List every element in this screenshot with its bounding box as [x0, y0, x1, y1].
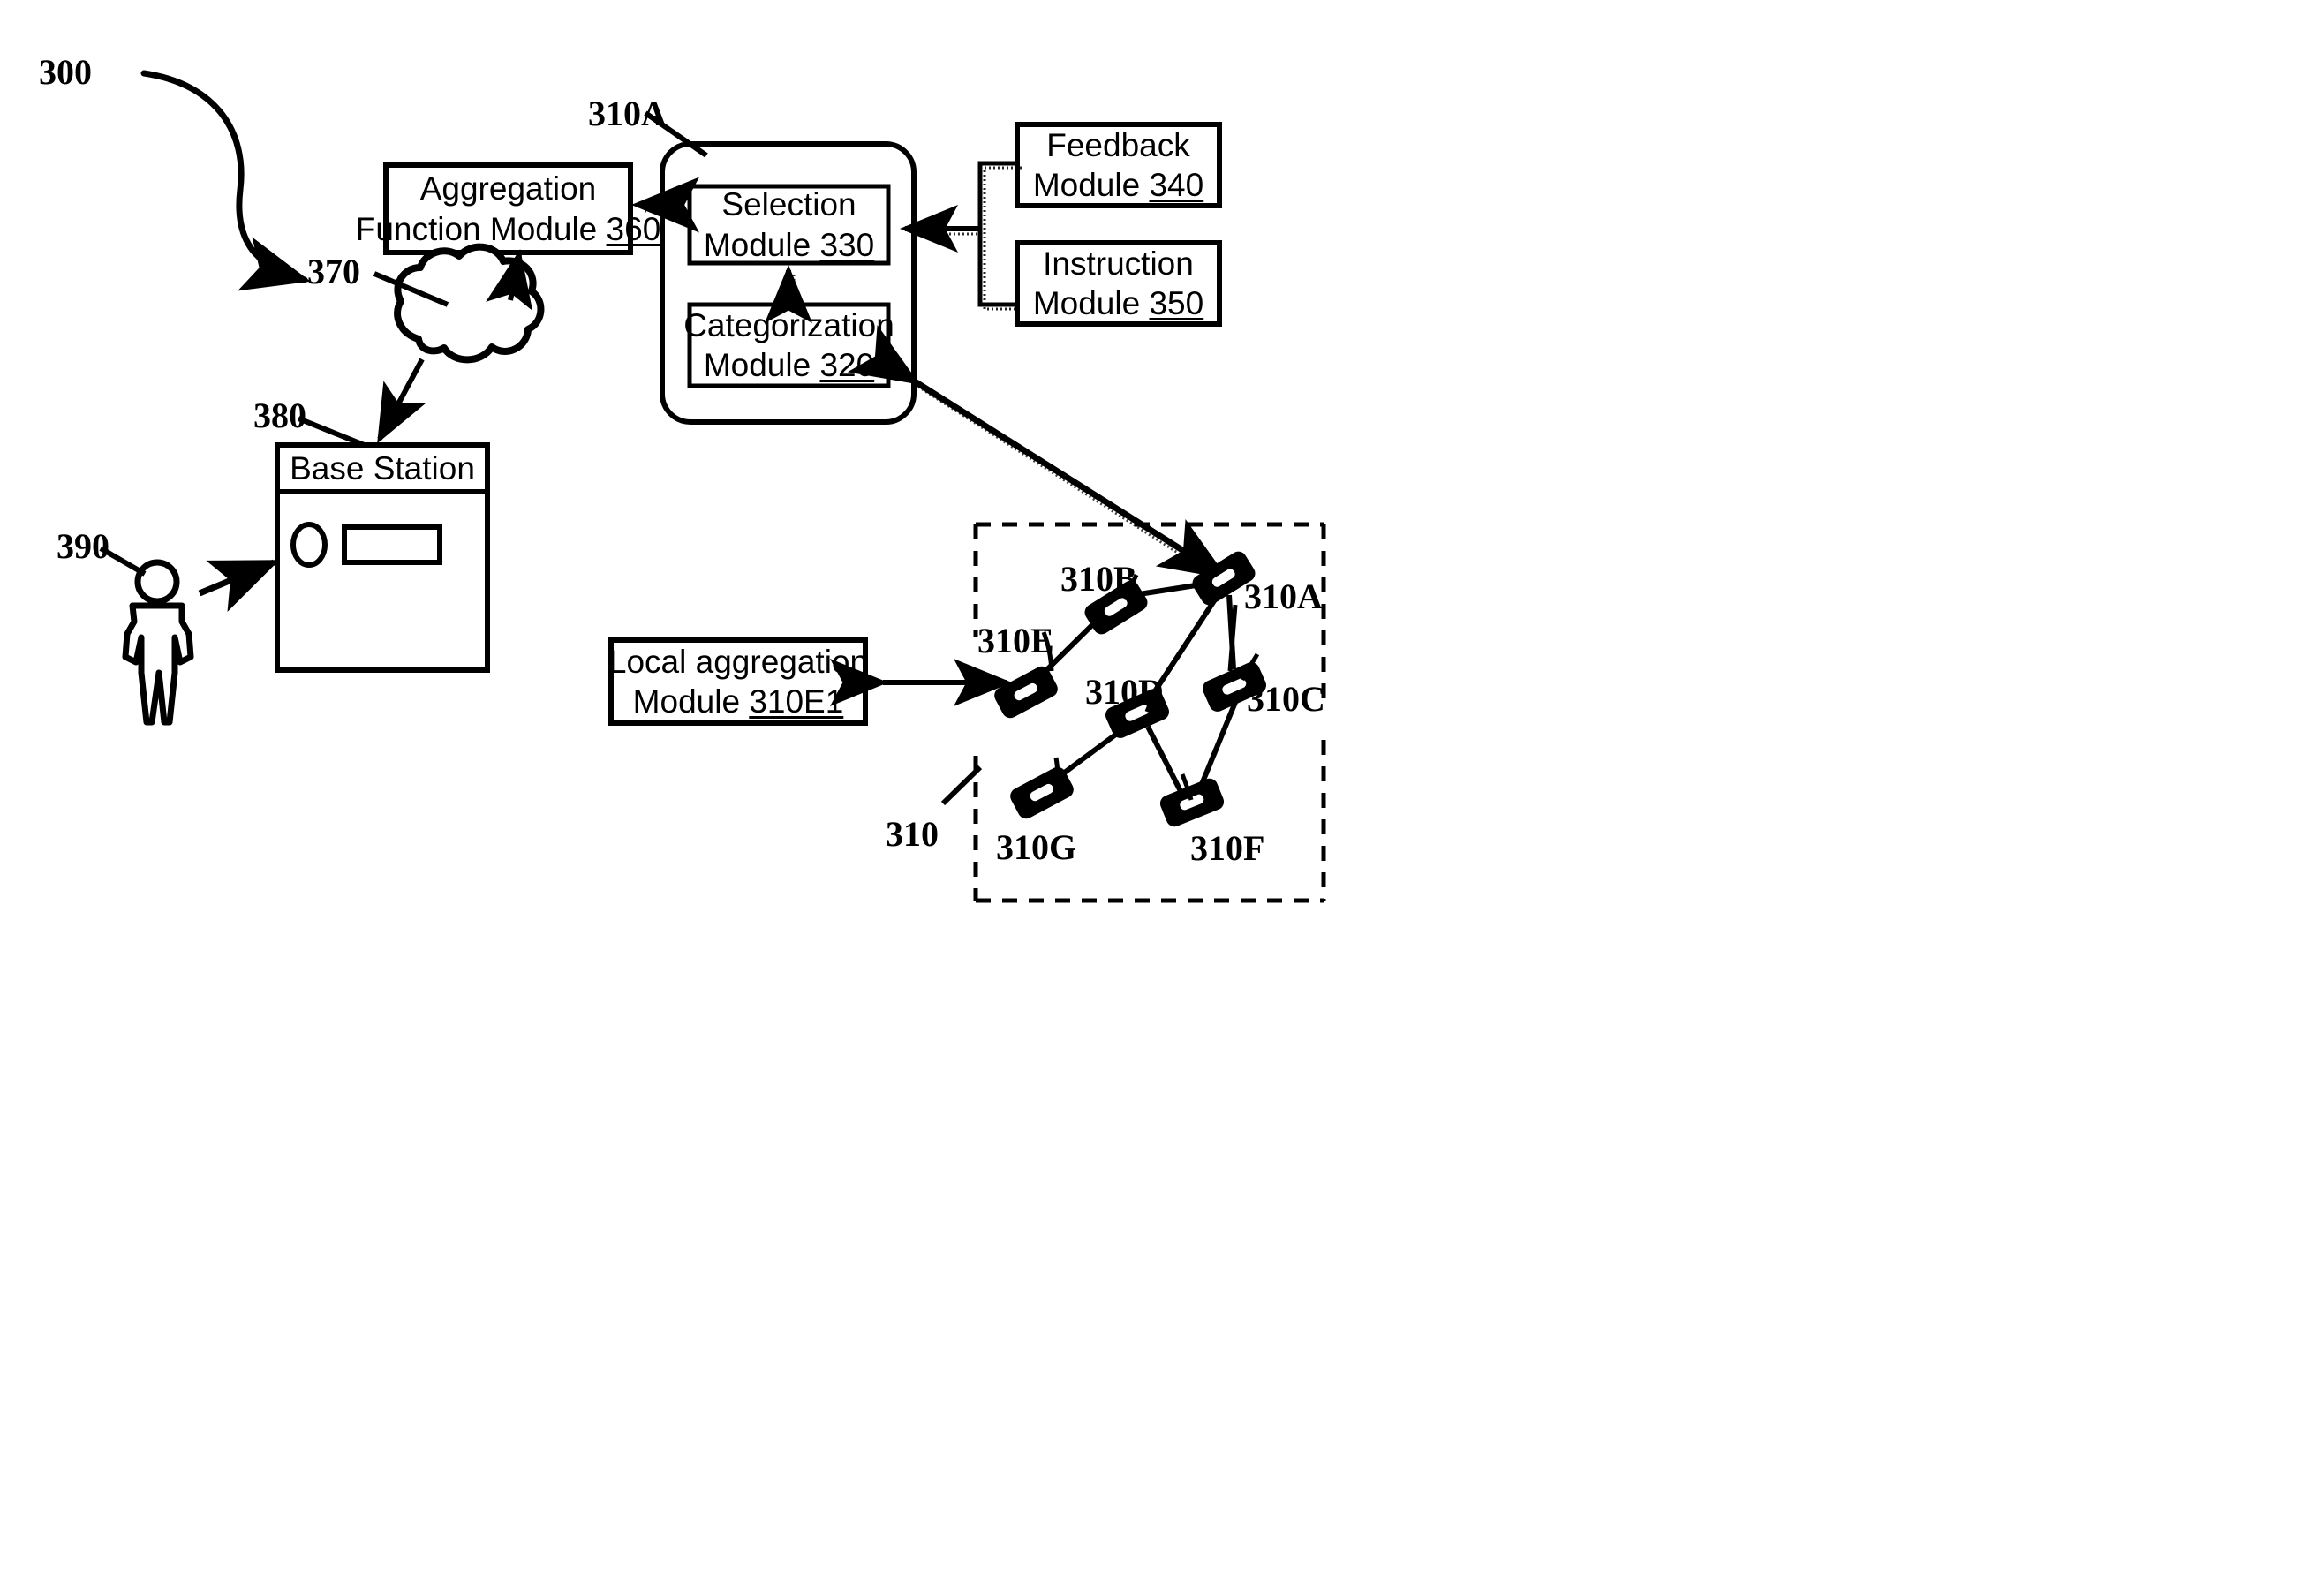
diagram-vector-layer	[99, 70, 1326, 903]
cloud-to-basestation-arrow	[377, 358, 426, 444]
speaker-circle-icon	[290, 522, 328, 568]
device-label-310f: 310F	[1190, 828, 1265, 868]
feedback-instruction-bracket	[900, 161, 1022, 311]
device-310g[interactable]	[1009, 765, 1075, 819]
device-label-310e: 310E	[977, 621, 1054, 660]
instruction-module-label: Instruction Module 350	[1017, 243, 1219, 324]
diagram-canvas: 300 310A 370 380 390 310 Aggregation Fun…	[0, 0, 2324, 1591]
cloud-ref-370: 370	[307, 252, 360, 291]
categorization-module-label: Categorization Module 320	[683, 305, 894, 386]
link-310d-310f	[1145, 725, 1186, 798]
figure-lead-arrow	[140, 70, 311, 291]
instruction-number: 350	[1149, 285, 1204, 321]
container-to-device-310a-arrow	[847, 325, 1228, 582]
aggregation-function-module-label: Aggregation Function Module 360	[356, 165, 661, 253]
local-aggregation-module-label: Local aggregation Module 310E1	[607, 640, 869, 723]
categorization-line1: Categorization	[683, 306, 894, 343]
aggregation-function-line2: Function Module	[355, 210, 607, 247]
basestation-lead-line	[297, 416, 368, 449]
base-station-title: Base Station	[290, 449, 475, 486]
feedback-line1: Feedback	[1046, 126, 1190, 163]
device-310f[interactable]	[1159, 778, 1225, 827]
person-icon	[122, 559, 194, 726]
local-aggregation-line2: Module	[632, 683, 750, 720]
feedback-module-label: Feedback Module 340	[1017, 124, 1219, 206]
selection-module-label: Selection Module 330	[690, 186, 888, 263]
instruction-line2: Module	[1032, 285, 1150, 321]
categorization-line2: Module	[703, 347, 820, 383]
link-310c-310f	[1196, 698, 1239, 795]
selection-line2: Module	[703, 226, 820, 263]
device-label-310b: 310B	[1060, 559, 1137, 599]
aggregation-function-number: 360	[606, 210, 661, 247]
device-group-ref-310: 310	[886, 814, 939, 854]
local-aggregation-number: 310E1	[749, 683, 844, 720]
person-to-basestation-arrow	[198, 559, 280, 612]
instruction-line1: Instruction	[1043, 245, 1194, 282]
aggregation-function-line1: Aggregation	[419, 170, 597, 207]
feedback-number: 340	[1149, 167, 1204, 203]
device-label-310c: 310C	[1247, 679, 1325, 719]
device-label-310a: 310A	[1244, 577, 1323, 616]
local-aggregation-line1: Local aggregation	[607, 643, 869, 680]
display-panel-icon	[342, 524, 442, 565]
categorization-number: 320	[819, 347, 875, 383]
device-310e[interactable]	[993, 665, 1059, 719]
selection-line1: Selection	[721, 186, 856, 223]
selection-number: 330	[819, 226, 875, 263]
base-station-ref-380: 380	[253, 396, 306, 435]
device-label-310g: 310G	[996, 827, 1077, 867]
device-label-310d: 310D	[1085, 672, 1164, 712]
module-container-ref-310a: 310A	[588, 94, 667, 133]
person-ref-390: 390	[57, 526, 109, 566]
feedback-line2: Module	[1032, 167, 1150, 203]
figure-number: 300	[39, 52, 92, 92]
